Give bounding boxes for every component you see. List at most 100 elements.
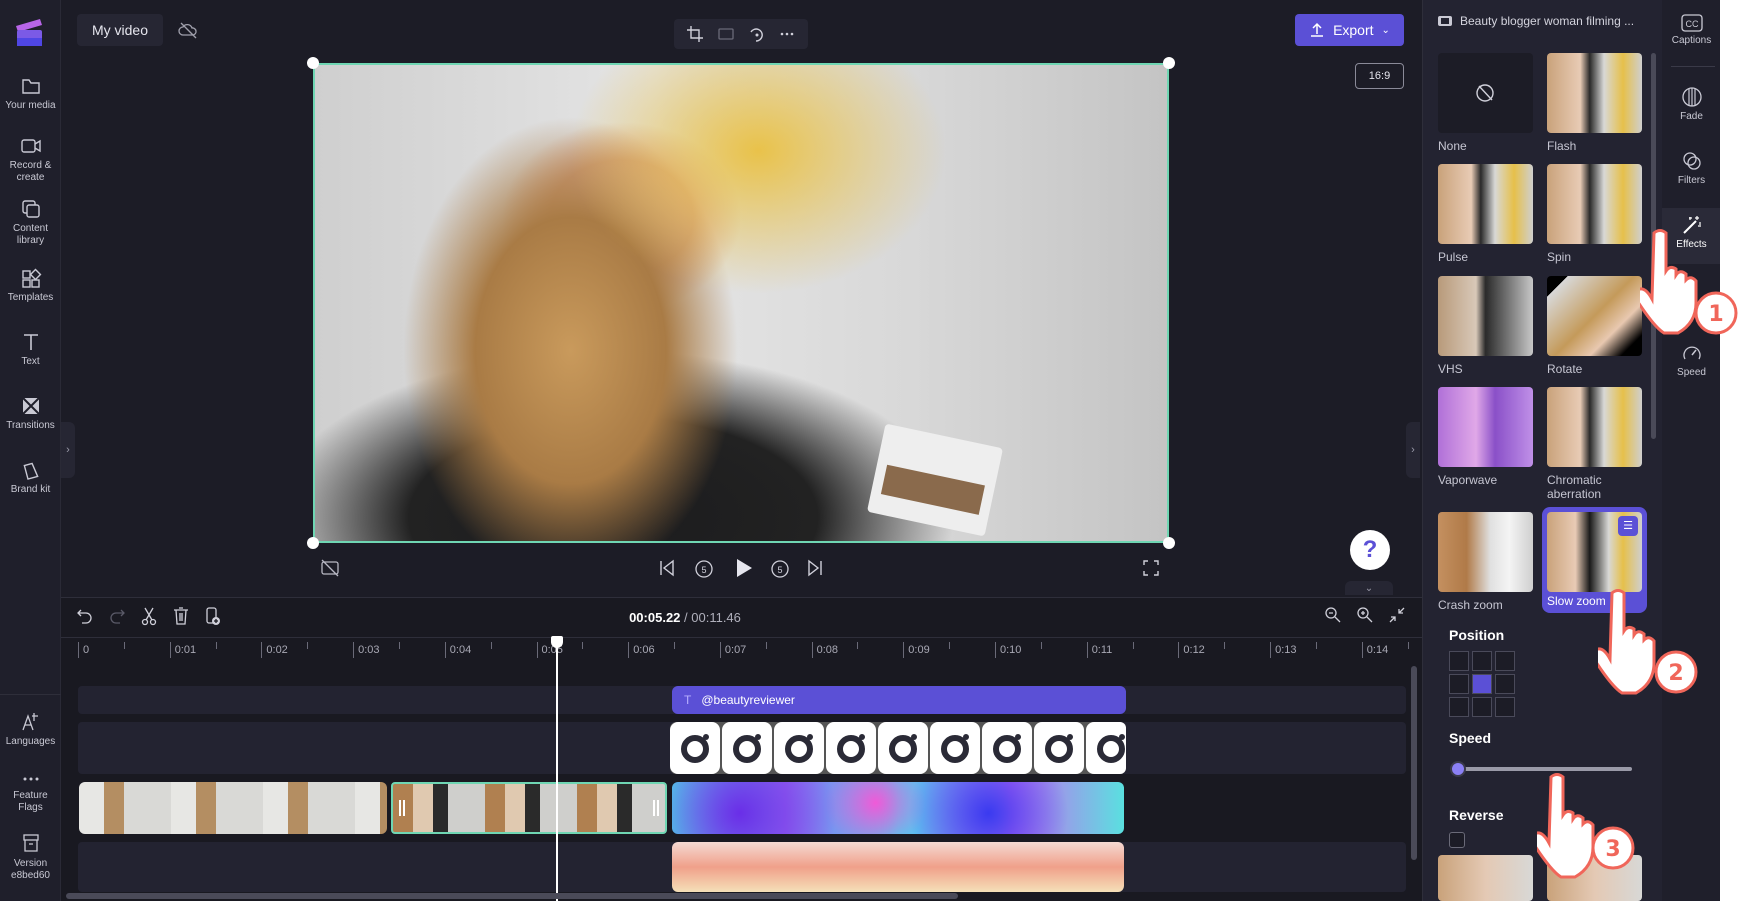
transitions-icon	[21, 397, 40, 415]
nav-brand-kit[interactable]: Brand kit	[0, 460, 61, 496]
ruler-minor-tick	[1407, 642, 1409, 649]
divider	[61, 637, 1422, 638]
clip-title: Beauty blogger woman filming ...	[1438, 14, 1634, 28]
position-bottom-right[interactable]	[1495, 697, 1515, 717]
reverse-checkbox[interactable]	[1449, 832, 1465, 848]
nav-text[interactable]: Text	[0, 332, 61, 368]
video-clip-2-selected[interactable]	[391, 782, 667, 834]
tab-captions[interactable]: CC Captions	[1663, 14, 1720, 46]
ruler-minor-tick	[1224, 642, 1226, 649]
ruler-tick: 0:13	[1270, 642, 1297, 658]
overlay-clip[interactable]	[672, 842, 1124, 892]
tab-filters[interactable]: Filters	[1663, 150, 1720, 186]
adjust-settings-icon[interactable]: ☰	[1618, 516, 1638, 536]
forward-5-icon[interactable]: 5	[769, 557, 791, 579]
undo-icon[interactable]	[76, 606, 94, 626]
play-icon[interactable]	[732, 557, 754, 579]
effect-thumbnail	[1547, 276, 1642, 356]
nav-record-create[interactable]: Record & create	[0, 136, 61, 184]
nav-content-library[interactable]: Content library	[0, 199, 61, 247]
resize-handle-br[interactable]	[1163, 537, 1175, 549]
nav-transitions[interactable]: Transitions	[0, 396, 61, 432]
sticker-clip[interactable]	[670, 722, 1126, 774]
effect-vhs[interactable]: VHS	[1438, 276, 1533, 376]
expand-left-panel-button[interactable]: ›	[61, 422, 75, 478]
cloud-sync-off-icon[interactable]	[172, 14, 204, 46]
captions-off-icon[interactable]	[320, 559, 340, 577]
trim-handle-left[interactable]	[399, 800, 405, 816]
aspect-ratio-button[interactable]: 16:9	[1355, 63, 1404, 89]
text-icon	[23, 334, 38, 350]
camera-icon	[20, 139, 41, 153]
fit-icon[interactable]	[717, 25, 735, 43]
fit-timeline-icon[interactable]	[1388, 606, 1406, 624]
svg-text:2: 2	[1668, 661, 1683, 686]
rewind-5-icon[interactable]: 5	[693, 557, 715, 579]
more-options-icon[interactable]	[778, 25, 796, 43]
position-top-left[interactable]	[1449, 651, 1469, 671]
tab-fade[interactable]: Fade	[1663, 86, 1720, 122]
horizontal-scrollbar[interactable]	[66, 893, 958, 899]
fullscreen-icon[interactable]	[1142, 559, 1160, 577]
upload-icon	[1311, 22, 1324, 37]
zoom-out-icon[interactable]	[1324, 606, 1342, 624]
expand-right-panel-button[interactable]: ›	[1406, 422, 1420, 478]
zoom-in-icon[interactable]	[1356, 606, 1374, 624]
instagram-sticker-frame	[670, 722, 720, 774]
vertical-scrollbar[interactable]	[1411, 666, 1417, 860]
effect-rotate[interactable]: Rotate	[1547, 276, 1642, 376]
skip-back-icon[interactable]	[658, 559, 676, 577]
instagram-sticker-frame	[982, 722, 1032, 774]
delete-icon[interactable]	[172, 606, 190, 626]
resize-handle-bl[interactable]	[307, 537, 319, 549]
skip-forward-icon[interactable]	[806, 559, 824, 577]
speed-slider-thumb[interactable]	[1450, 761, 1466, 777]
effect-pulse[interactable]: Pulse	[1438, 164, 1533, 264]
position-left[interactable]	[1449, 674, 1469, 694]
resize-handle-tl[interactable]	[307, 57, 319, 69]
playhead[interactable]	[550, 636, 563, 901]
video-preview[interactable]	[313, 63, 1169, 543]
tab-speed[interactable]: Speed	[1663, 342, 1720, 378]
instagram-sticker-frame	[1034, 722, 1084, 774]
trim-handle-right[interactable]	[653, 800, 659, 816]
position-top-right[interactable]	[1495, 651, 1515, 671]
collapse-timeline-button[interactable]: ⌄	[1345, 581, 1393, 595]
export-button[interactable]: Export ⌄	[1295, 14, 1404, 46]
effect-crash-zoom[interactable]: Crash zoom	[1438, 512, 1533, 612]
gradient-background-clip[interactable]	[672, 782, 1124, 834]
project-title-button[interactable]: My video	[77, 14, 163, 46]
ruler-tick: 0:07	[719, 642, 746, 658]
rotate-icon[interactable]	[747, 25, 765, 43]
position-top[interactable]	[1472, 651, 1492, 671]
split-icon[interactable]	[140, 606, 158, 626]
help-button[interactable]: ?	[1350, 530, 1390, 570]
position-bottom-left[interactable]	[1449, 697, 1469, 717]
effect-thumbnail	[1438, 276, 1533, 356]
resize-handle-tr[interactable]	[1163, 57, 1175, 69]
position-bottom[interactable]	[1472, 697, 1492, 717]
filters-icon	[1682, 152, 1701, 170]
ruler-minor-tick	[1315, 642, 1317, 649]
add-to-timeline-icon[interactable]	[204, 606, 222, 626]
instagram-sticker-frame	[1086, 722, 1126, 774]
text-clip[interactable]: T @beautyreviewer	[672, 686, 1126, 714]
effect-flash[interactable]: Flash	[1547, 53, 1642, 153]
nav-templates[interactable]: Templates	[0, 268, 61, 304]
nav-feature-flags[interactable]: Feature Flags	[0, 772, 61, 814]
effect-chromatic-aberration[interactable]: Chromatic aberration	[1547, 387, 1642, 501]
effect-spin[interactable]: Spin	[1547, 164, 1642, 264]
nav-your-media[interactable]: Your media	[0, 76, 61, 112]
crop-icon[interactable]	[686, 25, 704, 43]
ruler-minor-tick	[765, 642, 767, 649]
effect-vaporwave[interactable]: Vaporwave	[1438, 387, 1533, 487]
position-center[interactable]	[1472, 674, 1492, 694]
position-right[interactable]	[1495, 674, 1515, 694]
effect-thumbnail[interactable]	[1438, 855, 1533, 901]
redo-icon[interactable]	[108, 606, 126, 626]
ruler-minor-tick	[674, 642, 676, 649]
nav-languages[interactable]: Languages	[0, 710, 61, 748]
video-clip-1[interactable]	[79, 782, 387, 834]
effect-none[interactable]: None	[1438, 53, 1533, 153]
svg-text:1: 1	[1708, 302, 1723, 327]
